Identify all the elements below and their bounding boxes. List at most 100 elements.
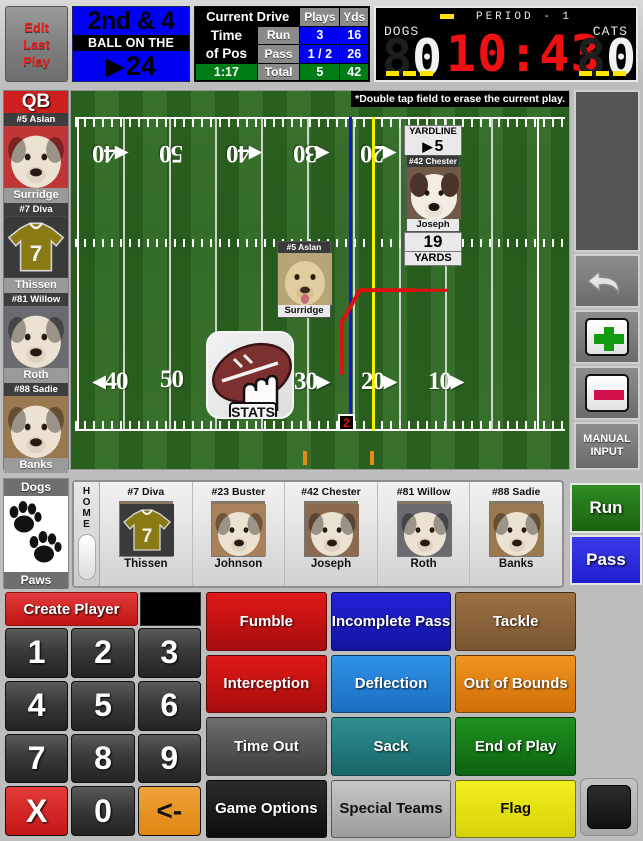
ball-on-yard-value: 24 <box>125 51 156 81</box>
action-incomplete-pass-button[interactable]: Incomplete Pass <box>330 592 452 651</box>
run-play-button[interactable]: Run <box>570 483 642 533</box>
keypad-key-0[interactable]: 0 <box>71 786 135 836</box>
sidebar-player-1[interactable]: #5 Aslan Surridge <box>4 113 68 203</box>
drive-run-yds: 16 <box>339 25 369 46</box>
action-time-out-button[interactable]: Time Out <box>206 717 327 776</box>
roster-player-photo <box>396 501 452 557</box>
field-number-20-top-4: ◂20 <box>361 140 396 167</box>
sidebar-player-4[interactable]: #88 Sadie Banks <box>4 383 68 473</box>
roster-player-5[interactable]: #88 Sadie Banks <box>470 482 562 586</box>
roster-player-name: #42 Chester <box>301 486 361 498</box>
team-selector-button[interactable]: Dogs Paws <box>3 478 69 589</box>
action-out-of-bounds-button[interactable]: Out of Bounds <box>455 654 576 713</box>
sidebar-player-2[interactable]: #7 Diva 7 Thissen <box>4 203 68 293</box>
increment-button[interactable] <box>574 310 640 364</box>
yardline-result-card[interactable]: YARDLINE ▶ 5 #42 Chester Joseph 19 YARDS <box>404 125 462 266</box>
action-tackle-button[interactable]: Tackle <box>455 592 576 651</box>
keypad-key-8[interactable]: 8 <box>71 733 135 784</box>
keypad-key-6[interactable]: 6 <box>137 680 201 731</box>
period-indicator-icon <box>439 13 454 19</box>
roster-player-1[interactable]: #7 Diva 7 Thissen <box>100 482 193 586</box>
plus-icon <box>585 318 629 356</box>
keypad-key-clear[interactable]: X <box>5 786 69 836</box>
time-of-possession-value: 1:17 <box>195 62 258 82</box>
scoreboard[interactable]: PERIOD - 1 DOGS CATS 8 0 10:43 8 0 <box>374 6 638 82</box>
action-sack-button[interactable]: Sack <box>330 717 452 776</box>
down-distance-panel[interactable]: 2nd & 4 BALL ON THE ▶ 24 <box>72 6 190 82</box>
drive-total-yds: 42 <box>339 62 369 82</box>
keypad-key-4[interactable]: 4 <box>5 680 69 731</box>
time-of-pos-label-2: of Pos <box>195 44 258 64</box>
keypad-key-7[interactable]: 7 <box>5 733 69 784</box>
sidebar-player-photo <box>4 396 68 458</box>
team-mascot-footer: Paws <box>4 572 68 589</box>
keypad-grid: 1 2 3 4 5 6 7 8 9 X 0 <- <box>5 628 201 836</box>
stats-app-logo: STATS <box>206 331 294 419</box>
sidebar-player-3[interactable]: #81 Willow Roth <box>4 293 68 383</box>
sidebar-player-last-name: Thissen <box>4 278 68 293</box>
field-number-40-bottom-0: ◂40 <box>93 368 129 395</box>
field-player-name: #5 Aslan <box>278 242 330 253</box>
action-interception-button[interactable]: Interception <box>206 654 327 713</box>
manual-input-line2: INPUT <box>590 446 624 458</box>
action-deflection-button[interactable]: Deflection <box>330 654 452 713</box>
field-number-40-top-0: ◂40 <box>93 140 128 167</box>
yards-gained-label: YARDS <box>404 251 462 266</box>
roster-player-2[interactable]: #23 Buster Johnson <box>193 482 286 586</box>
sidebar-player-name: #7 Diva <box>4 203 68 216</box>
action-game-options-button[interactable]: Game Options <box>206 779 327 838</box>
sidebar-player-name: #81 Willow <box>4 293 68 306</box>
position-header-qb: QB <box>4 91 68 113</box>
manual-input-button[interactable]: MANUAL INPUT <box>574 422 640 470</box>
period-label: PERIOD - 1 <box>475 11 572 23</box>
drive-total-plays: 5 <box>299 62 341 82</box>
team-name-header: Dogs <box>4 479 68 496</box>
yardline-player-photo <box>407 167 461 220</box>
home-tab-handle[interactable] <box>78 534 96 580</box>
field-player-card[interactable]: #5 Aslan Surridge <box>277 241 332 318</box>
keypad-key-1[interactable]: 1 <box>5 628 69 678</box>
home-timeout-indicators <box>386 71 433 76</box>
black-square-button[interactable] <box>580 778 638 836</box>
action-end-of-play-button[interactable]: End of Play <box>455 717 576 776</box>
yardline-card-value-row: ▶ 5 <box>404 138 462 155</box>
keypad-key-9[interactable]: 9 <box>137 733 201 784</box>
drive-row-pass-label: Pass <box>256 44 301 64</box>
line-of-scrimmage <box>349 117 352 431</box>
roster-player-name: #88 Sadie <box>491 486 541 498</box>
action-fumble-button[interactable]: Fumble <box>206 592 327 651</box>
yardline-player-card[interactable]: #42 Chester Joseph <box>406 155 461 232</box>
manual-input-line1: MANUAL <box>583 433 631 445</box>
svg-text:7: 7 <box>142 526 153 547</box>
right-control-sidebar: MANUAL INPUT <box>574 90 640 470</box>
pass-play-button[interactable]: Pass <box>570 535 642 585</box>
roster-player-4[interactable]: #81 Willow Roth <box>378 482 471 586</box>
action-flag-button[interactable]: Flag <box>455 779 576 838</box>
keypad-key-5[interactable]: 5 <box>71 680 135 731</box>
ball-on-yardline: ▶ 24 <box>73 51 189 81</box>
home-tab-label: HOME <box>82 486 91 530</box>
keypad-key-3[interactable]: 3 <box>137 628 201 678</box>
edit-last-play-line2: Last <box>23 36 50 52</box>
keypad-key-2[interactable]: 2 <box>71 628 135 678</box>
home-away-tab[interactable]: HOME <box>74 482 100 586</box>
sidebar-player-last-name: Banks <box>4 458 68 473</box>
field-number-30-top-3: ◂30 <box>294 140 329 167</box>
yardline-player-name: #42 Chester <box>407 156 459 167</box>
undo-button[interactable] <box>574 254 640 308</box>
edit-last-play-button[interactable]: Edit Last Play <box>5 6 68 82</box>
yardline-player-last-name: Joseph <box>416 219 450 230</box>
numeric-keypad: Create Player 1 2 3 4 5 6 7 8 9 X 0 <- <box>3 592 203 838</box>
direction-arrow-icon: ▶ <box>106 52 124 79</box>
yards-gained-value: 19 <box>404 232 462 251</box>
drive-pass-yds: 26 <box>339 44 369 64</box>
create-player-button[interactable]: Create Player <box>5 592 138 626</box>
decrement-button[interactable] <box>574 366 640 420</box>
field-hint-text: *Double tap field to erase the current p… <box>351 91 569 107</box>
action-special-teams-button[interactable]: Special Teams <box>330 779 452 838</box>
field-numbers-top: ◂40 50 ◂40 ◂30 ◂20 <box>71 139 569 173</box>
roster-player-3[interactable]: #42 Chester Joseph <box>285 482 378 586</box>
football-field[interactable]: *Double tap field to erase the current p… <box>70 90 570 470</box>
minus-icon <box>585 374 629 412</box>
keypad-key-backspace[interactable]: <- <box>137 786 201 836</box>
